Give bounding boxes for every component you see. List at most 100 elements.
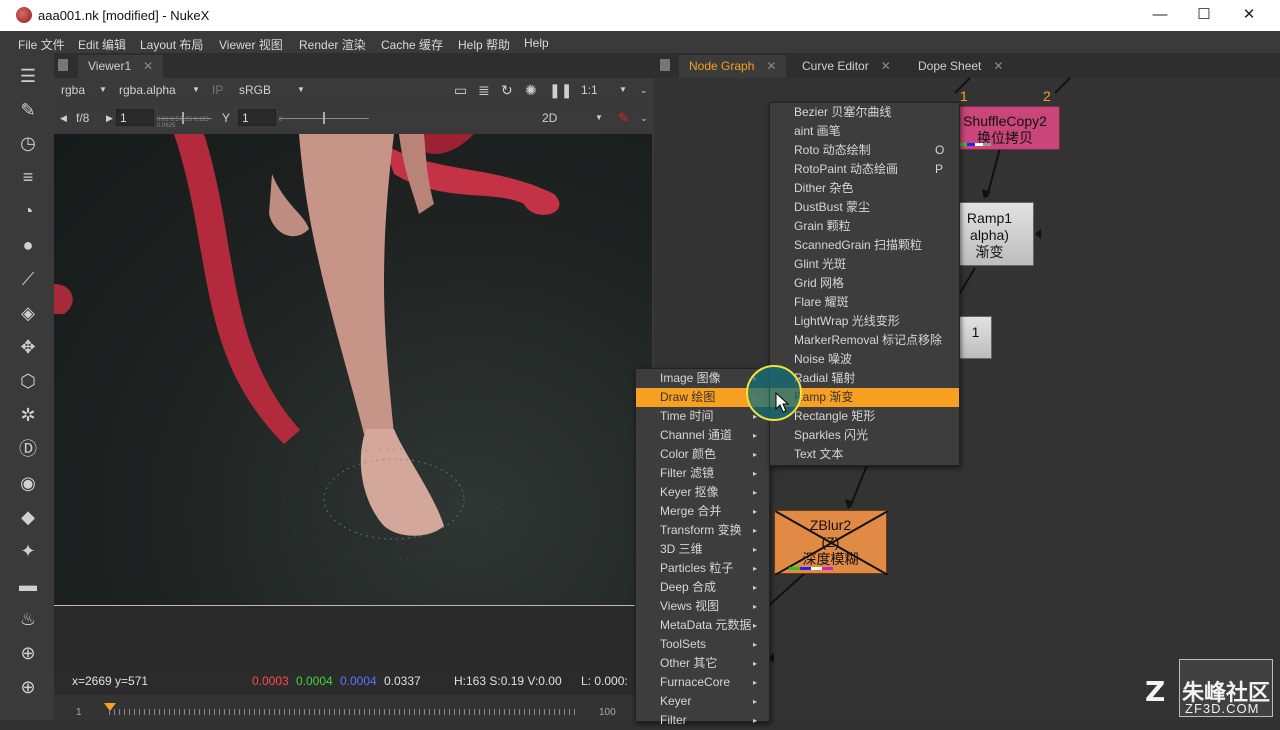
draw-item-rotopaint[interactable]: RotoPaint 动态绘画 P xyxy=(770,160,959,179)
3d-cube-icon[interactable]: ⬡ xyxy=(17,370,39,392)
zblur-node[interactable]: ZBlur2 (Z) 深度模糊 xyxy=(774,510,888,575)
timeline-bar[interactable]: 1 100 xyxy=(54,695,654,720)
refresh-icon[interactable]: ↻ xyxy=(501,82,513,98)
tag-icon[interactable]: ◆ xyxy=(17,506,39,528)
ramp-mask-input-icon[interactable] xyxy=(1035,229,1041,239)
paint-icon[interactable]: ✎ xyxy=(618,110,629,126)
view-mode-dropdown-arrow[interactable]: ▼ xyxy=(595,110,603,126)
menu-item-keyer[interactable]: Keyer 抠像 ▸ xyxy=(636,483,769,502)
playhead-marker[interactable] xyxy=(104,703,116,711)
draw-item-rectangle[interactable]: Rectangle 矩形 xyxy=(770,407,959,426)
particles-icon[interactable]: ✲ xyxy=(17,404,39,426)
menu-item-particles[interactable]: Particles 粒子 ▸ xyxy=(636,559,769,578)
menu-edit[interactable]: Edit 编辑 xyxy=(78,36,126,53)
furnace-icon[interactable]: ♨ xyxy=(17,608,39,630)
fstop-left-icon[interactable]: ◀ xyxy=(60,110,67,126)
draw-item-bezier[interactable]: Bezier 贝塞尔曲线 xyxy=(770,103,959,122)
deep-icon[interactable]: Ⓓ xyxy=(17,438,39,460)
draw-item-dustbust[interactable]: DustBust 蒙尘 xyxy=(770,198,959,217)
draw-item-sparkles[interactable]: Sparkles 闪光 xyxy=(770,426,959,445)
draw-item-flare[interactable]: Flare 耀斑 xyxy=(770,293,959,312)
viewer-menu2-chevron-icon[interactable]: ⌄ xyxy=(640,110,648,126)
wrench-icon[interactable]: ✦ xyxy=(17,540,39,562)
channel-icon[interactable]: ≡ xyxy=(17,166,39,188)
menu-item-metadata[interactable]: MetaData 元数据 ▸ xyxy=(636,616,769,635)
menu-icon[interactable]: ☰ xyxy=(17,65,39,87)
menu-item-filter-2[interactable]: Filter ▸ xyxy=(636,711,769,730)
menu-file[interactable]: File 文件 xyxy=(18,36,65,53)
menu-item-time[interactable]: Time 时间 ▸ xyxy=(636,407,769,426)
viewer-image[interactable] xyxy=(54,134,652,605)
draw-item-roto[interactable]: Roto 动态绘制 O xyxy=(770,141,959,160)
pause-icon[interactable]: ❚❚ xyxy=(549,82,572,98)
close-tab-icon[interactable]: ✕ xyxy=(143,59,153,73)
layer-dropdown[interactable]: rgba.alpha xyxy=(119,82,176,98)
menu-item-3d[interactable]: 3D 三维 ▸ xyxy=(636,540,769,559)
close-button[interactable]: ✕ xyxy=(1229,4,1269,26)
menu-item-toolsets[interactable]: ToolSets ▸ xyxy=(636,635,769,654)
transform-icon[interactable]: ✥ xyxy=(17,336,39,358)
menu-item-merge[interactable]: Merge 合并 ▸ xyxy=(636,502,769,521)
shuffle-input-1[interactable]: 1 xyxy=(960,88,968,104)
menu-item-furnacecore[interactable]: FurnaceCore ▸ xyxy=(636,673,769,692)
menu-cache[interactable]: Cache 缓存 xyxy=(381,36,443,53)
color-wheel-icon[interactable]: ◔ xyxy=(17,200,39,222)
viewer-menu-chevron-icon[interactable]: ⌄ xyxy=(640,82,648,98)
fstop-right-icon[interactable]: ▶ xyxy=(106,110,113,126)
menu-render[interactable]: Render 渲染 xyxy=(299,36,366,53)
channels-dropdown[interactable]: rgba xyxy=(61,82,85,98)
eye-icon[interactable]: ◉ xyxy=(17,472,39,494)
menu-help[interactable]: Help xyxy=(524,36,549,50)
menu-item-keyer-2[interactable]: Keyer ▸ xyxy=(636,692,769,711)
brush-icon[interactable]: ✎ xyxy=(17,99,39,121)
menu-item-views[interactable]: Views 视图 ▸ xyxy=(636,597,769,616)
zoom-dropdown[interactable]: 1:1 xyxy=(581,82,598,98)
panel-grip-icon[interactable] xyxy=(58,59,68,71)
draw-item-dither[interactable]: Dither 杂色 xyxy=(770,179,959,198)
grey-node[interactable]: 1 xyxy=(955,316,992,359)
draw-item-lightwrap[interactable]: LightWrap 光线变形 xyxy=(770,312,959,331)
menu-layout[interactable]: Layout 布局 xyxy=(140,36,203,53)
draw-item-grid[interactable]: Grid 网格 xyxy=(770,274,959,293)
gamma-slider[interactable]: 0 xyxy=(279,111,369,125)
colorspace-dropdown-arrow[interactable]: ▼ xyxy=(297,82,305,98)
shuffle-input-2[interactable]: 2 xyxy=(1043,88,1051,104)
minimize-button[interactable]: — xyxy=(1140,4,1180,26)
gain-input[interactable]: 1 xyxy=(116,109,154,126)
draw-item-markerremoval[interactable]: MarkerRemoval 标记点移除 xyxy=(770,331,959,350)
draw-item-grain[interactable]: Grain 颗粒 xyxy=(770,217,959,236)
layers-icon[interactable]: ▬ xyxy=(17,574,39,596)
keyer-icon[interactable]: ⟋ xyxy=(17,268,39,290)
gamma-input[interactable]: 1 xyxy=(238,109,276,126)
menu-item-channel[interactable]: Channel 通道 ▸ xyxy=(636,426,769,445)
draw-item-text[interactable]: Text 文本 xyxy=(770,445,959,464)
menu-item-transform[interactable]: Transform 变换 ▸ xyxy=(636,521,769,540)
draw-item-glint[interactable]: Glint 光斑 xyxy=(770,255,959,274)
maximize-button[interactable]: ☐ xyxy=(1184,4,1224,26)
draw-item-aint[interactable]: aint 画笔 xyxy=(770,122,959,141)
menu-help-cn[interactable]: Help 帮助 xyxy=(458,36,510,53)
gain-slider[interactable]: 0.01 0.5 0.25 0.125 0.0625 xyxy=(157,111,212,129)
globe-icon[interactable]: ⊕ xyxy=(17,642,39,664)
zoom-dropdown-arrow[interactable]: ▼ xyxy=(619,82,627,98)
view-mode-dropdown[interactable]: 2D xyxy=(542,110,557,126)
merge-icon[interactable]: ◈ xyxy=(17,302,39,324)
filter-icon[interactable]: ● xyxy=(17,234,39,256)
shufflecopy-node[interactable]: ShuffleCopy2 换位拷贝 xyxy=(950,106,1060,150)
draw-item-noise[interactable]: Noise 噪波 xyxy=(770,350,959,369)
clock-icon[interactable]: ◷ xyxy=(17,132,39,154)
menu-item-other[interactable]: Other 其它 ▸ xyxy=(636,654,769,673)
menu-item-filter[interactable]: Filter 滤镜 ▸ xyxy=(636,464,769,483)
menu-viewer[interactable]: Viewer 视图 xyxy=(219,36,283,53)
colorspace-dropdown[interactable]: sRGB xyxy=(239,82,271,98)
globe-icon-2[interactable]: ⊕ xyxy=(17,676,39,698)
menu-item-deep[interactable]: Deep 合成 ▸ xyxy=(636,578,769,597)
draw-item-scannedgrain[interactable]: ScannedGrain 扫描颗粒 xyxy=(770,236,959,255)
ip-button[interactable]: IP xyxy=(212,82,223,98)
layer-dropdown-arrow[interactable]: ▼ xyxy=(192,82,200,98)
tab-viewer1[interactable]: Viewer1 ✕ xyxy=(78,55,164,78)
settings-icon[interactable]: ✺ xyxy=(525,82,537,98)
menu-item-color[interactable]: Color 颜色 ▸ xyxy=(636,445,769,464)
list-icon[interactable]: ≣ xyxy=(478,82,490,98)
roi-icon[interactable]: ▭ xyxy=(454,82,467,98)
